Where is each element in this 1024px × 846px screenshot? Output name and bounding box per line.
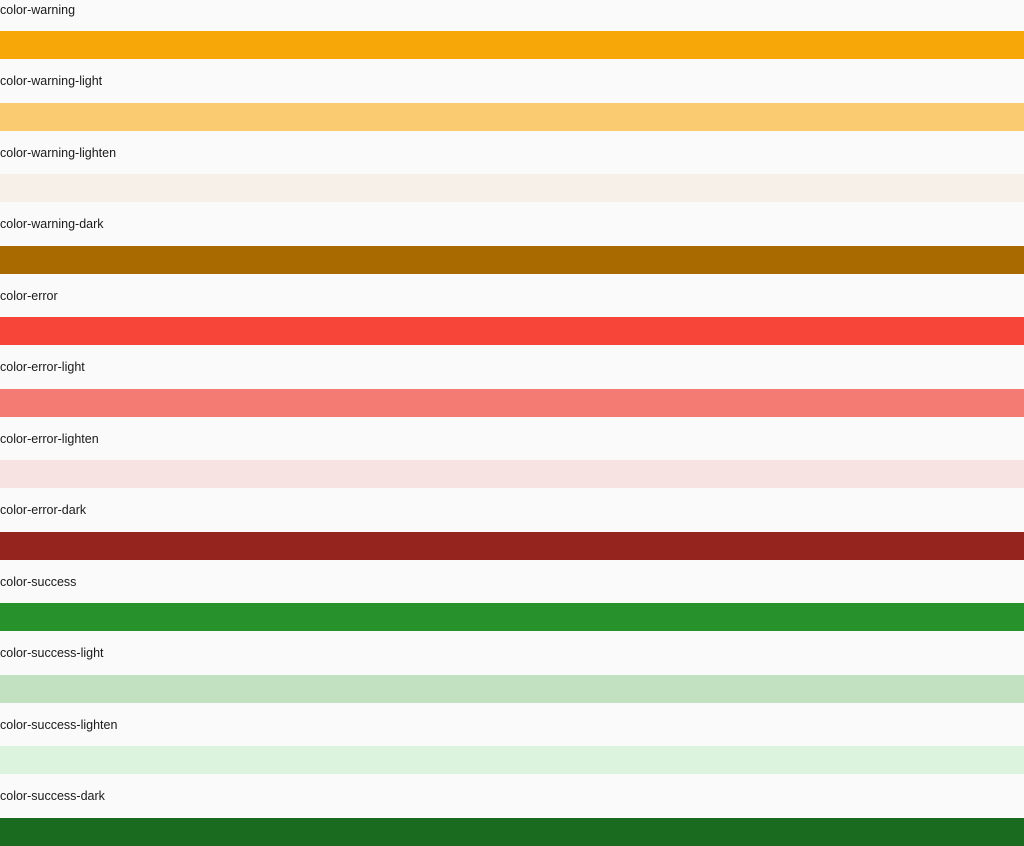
swatch-color-bar (0, 174, 1024, 203)
swatch-item: color-warning-lighten (0, 143, 1024, 203)
swatch-item: color-success-light (0, 643, 1024, 703)
swatch-color-bar (0, 674, 1024, 703)
swatch-item: color-error-lighten (0, 429, 1024, 489)
swatch-label: color-success-lighten (0, 717, 118, 732)
swatch-item: color-success-lighten (0, 715, 1024, 775)
swatch-color-bar (0, 531, 1024, 560)
swatch-item: color-warning-dark (0, 214, 1024, 274)
swatch-item: color-error (0, 286, 1024, 346)
swatch-color-bar (0, 102, 1024, 131)
swatch-label: color-warning-dark (0, 217, 104, 232)
swatch-label: color-error-lighten (0, 431, 99, 446)
swatch-label: color-error-dark (0, 503, 87, 518)
swatch-label: color-warning-lighten (0, 145, 117, 160)
swatch-label: color-error-light (0, 360, 85, 375)
swatch-label: color-success-light (0, 646, 104, 661)
swatch-item: color-error-dark (0, 500, 1024, 560)
color-swatch-list: color-warning color-warning-light color-wa… (0, 0, 1024, 846)
swatch-item: color-success-dark (0, 786, 1024, 846)
swatch-color-bar (0, 460, 1024, 489)
swatch-color-bar (0, 746, 1024, 775)
swatch-label: color-warning (0, 3, 76, 17)
swatch-label: color-success (0, 574, 77, 589)
swatch-label: color-warning-light (0, 74, 103, 89)
swatch-item: color-success (0, 572, 1024, 632)
swatch-label: color-error (0, 288, 58, 303)
swatch-color-bar (0, 603, 1024, 632)
swatch-color-bar (0, 245, 1024, 274)
swatch-item: color-warning (0, 0, 1024, 60)
swatch-color-bar (0, 31, 1024, 60)
swatch-color-bar (0, 817, 1024, 846)
swatch-label: color-success-dark (0, 789, 105, 804)
swatch-item: color-error-light (0, 357, 1024, 417)
swatch-color-bar (0, 388, 1024, 417)
swatch-color-bar (0, 317, 1024, 346)
swatch-item: color-warning-light (0, 71, 1024, 131)
